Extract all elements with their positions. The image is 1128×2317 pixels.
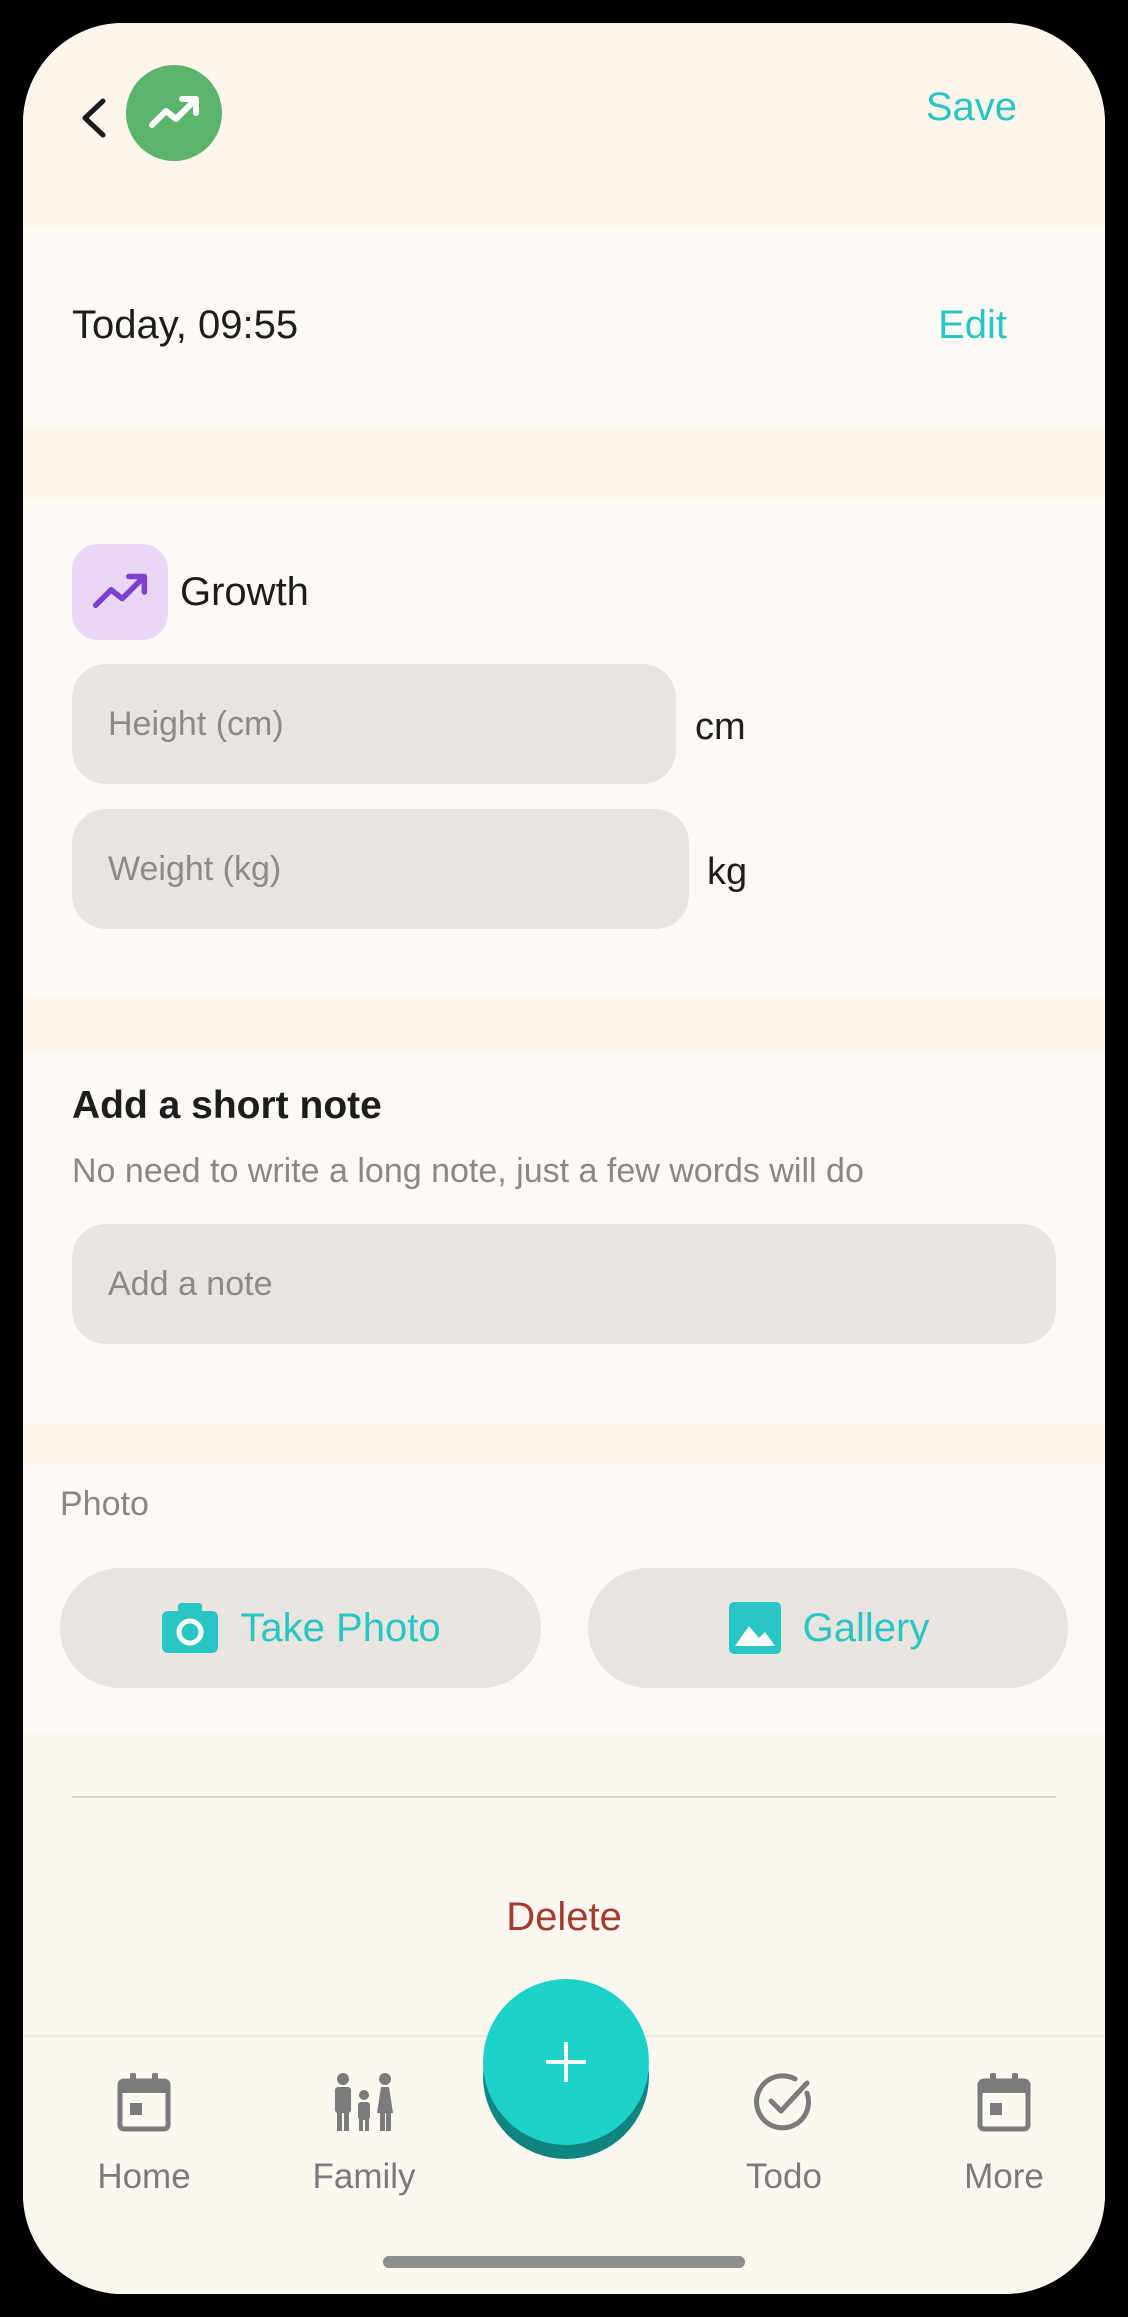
calendar-icon	[117, 2073, 171, 2132]
check-circle-icon	[754, 2073, 812, 2131]
gallery-button[interactable]: Gallery	[588, 1568, 1068, 1688]
gallery-label: Gallery	[802, 1605, 930, 1650]
trending-up-icon	[149, 96, 199, 128]
plus-icon	[546, 2042, 586, 2082]
nav-todo-label: Todo	[746, 2157, 822, 2196]
nav-family-label: Family	[312, 2157, 416, 2196]
photo-label: Photo	[60, 1485, 149, 1523]
growth-category-badge	[72, 544, 168, 640]
note-placeholder: Add a note	[108, 1264, 273, 1303]
trending-up-icon	[92, 573, 148, 609]
section-spacer	[23, 428, 1105, 498]
note-input[interactable]: Add a note	[72, 1224, 1056, 1344]
height-unit: cm	[695, 706, 746, 748]
note-subtitle: No need to write a long note, just a few…	[72, 1152, 864, 1190]
entry-date: Today, 09:55	[72, 303, 299, 347]
edit-date-button[interactable]: Edit	[938, 303, 1007, 348]
height-placeholder: Height (cm)	[108, 704, 284, 743]
weight-input[interactable]: Weight (kg)	[72, 809, 689, 929]
app-screen: Save Today, 09:55 Edit Growth Height (cm…	[23, 23, 1105, 2294]
nav-home[interactable]: Home	[64, 2067, 224, 2197]
calendar-icon	[977, 2073, 1031, 2132]
nav-more-label: More	[964, 2157, 1044, 2196]
back-button[interactable]	[75, 93, 115, 143]
add-entry-fab[interactable]	[481, 1979, 651, 2159]
nav-more[interactable]: More	[924, 2067, 1084, 2197]
home-indicator[interactable]	[383, 2256, 745, 2268]
app-logo	[126, 65, 222, 161]
divider	[72, 1796, 1056, 1798]
camera-icon	[162, 1603, 219, 1653]
nav-home-label: Home	[97, 2157, 191, 2196]
growth-title: Growth	[180, 570, 309, 614]
nav-family[interactable]: Family	[284, 2067, 444, 2197]
save-button[interactable]: Save	[926, 85, 1017, 130]
chevron-left-icon	[82, 98, 106, 138]
top-bar: Save	[23, 23, 1105, 228]
weight-unit: kg	[707, 851, 748, 893]
phone-frame: Save Today, 09:55 Edit Growth Height (cm…	[0, 0, 1128, 2317]
take-photo-label: Take Photo	[240, 1605, 441, 1650]
take-photo-button[interactable]: Take Photo	[60, 1568, 541, 1688]
weight-placeholder: Weight (kg)	[108, 849, 282, 888]
height-input[interactable]: Height (cm)	[72, 664, 676, 784]
section-spacer	[23, 1423, 1105, 1463]
fab-button[interactable]	[483, 1979, 649, 2145]
section-spacer	[23, 998, 1105, 1053]
nav-todo[interactable]: Todo	[704, 2067, 864, 2197]
note-title: Add a short note	[72, 1084, 382, 1127]
family-icon	[335, 2073, 393, 2131]
image-icon	[728, 1602, 781, 1654]
delete-button[interactable]: Delete	[23, 1895, 1105, 1940]
